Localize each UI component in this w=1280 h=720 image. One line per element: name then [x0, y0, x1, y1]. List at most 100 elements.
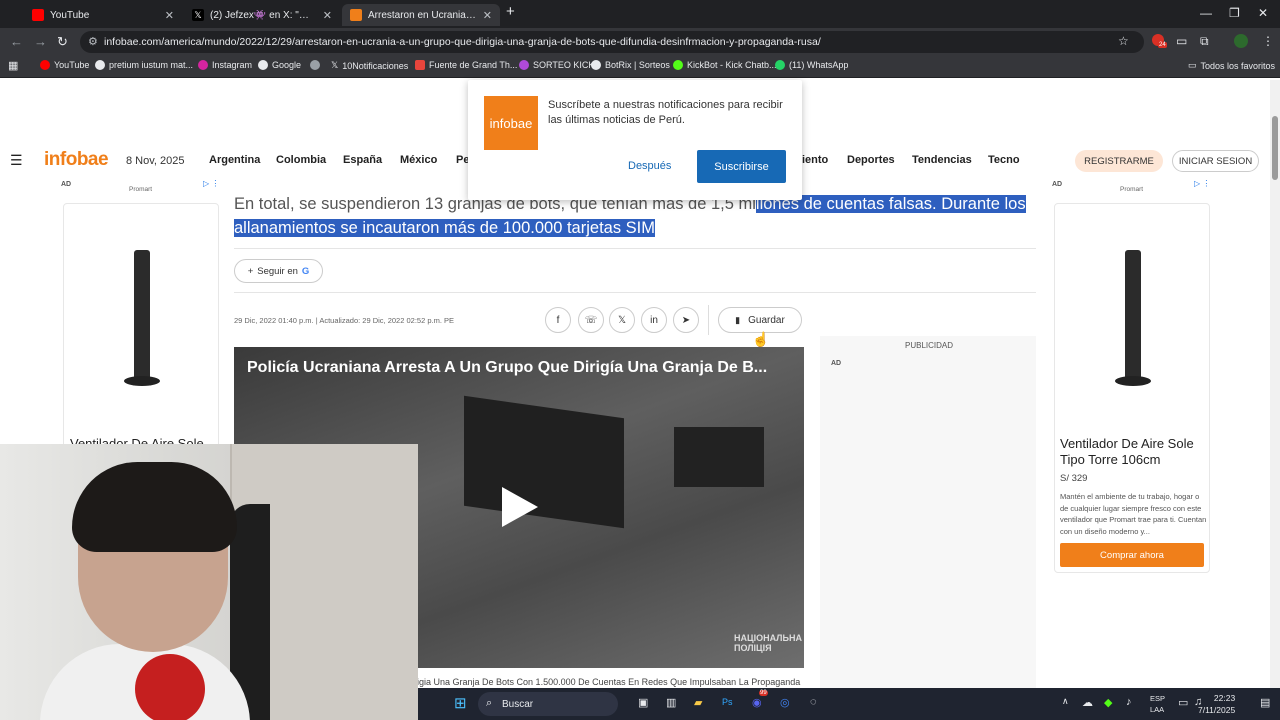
profile-avatar[interactable] — [1234, 34, 1248, 51]
buy-now-button[interactable]: Comprar ahora — [1060, 543, 1204, 567]
bookmark-gta[interactable]: Fuente de Grand Th... — [415, 60, 517, 70]
scrollbar-thumb[interactable] — [1272, 116, 1278, 180]
register-button[interactable]: REGISTRARME — [1075, 150, 1163, 172]
whatsapp-icon — [775, 60, 785, 70]
google-icon — [95, 60, 105, 70]
network-icon[interactable]: ▭ — [1178, 696, 1188, 709]
menu-dots-icon[interactable]: ⋮ — [1262, 34, 1274, 48]
tab-x[interactable]: 𝕏 (2) Jefzex👾 en X: "@ElZeeeein ✕ — [184, 4, 340, 26]
apps-grid-icon[interactable]: ▦ — [8, 59, 18, 72]
folder-icon: ▭ — [1188, 60, 1197, 70]
extensions-puzzle-icon[interactable]: ⧉ — [1200, 34, 1209, 49]
page-scrollbar[interactable] — [1270, 80, 1280, 688]
google-icon — [258, 60, 268, 70]
bookmark-10notificaciones[interactable]: 𝕏 10Notificaciones — [331, 60, 408, 71]
video-frame-object — [464, 395, 624, 529]
discord-badge: 99 — [759, 690, 768, 696]
address-bar[interactable]: ⚙ infobae.com/america/mundo/2022/12/29/a… — [80, 31, 1144, 53]
close-icon[interactable]: ✕ — [323, 9, 332, 22]
notification-message: Suscríbete a nuestras notificaciones par… — [548, 99, 783, 126]
video-caption: igia Una Granja De Bots Con 1.500.000 De… — [417, 677, 801, 687]
whatsapp-icon[interactable]: ☏ — [578, 307, 604, 333]
chrome-icon[interactable]: ◎ — [780, 696, 790, 709]
nav-tecno[interactable]: Tecno — [988, 154, 1020, 166]
adchoices-icon[interactable]: ▷ ⋮ — [1194, 179, 1210, 188]
site-info-icon[interactable]: ⚙ — [88, 35, 98, 48]
photoshop-icon[interactable]: Ps — [722, 697, 733, 707]
bookmark-botrix[interactable]: BotRix | Sorteos — [591, 60, 670, 70]
bookmark-youtube[interactable]: YouTube — [40, 60, 89, 70]
play-icon[interactable] — [502, 487, 538, 527]
minimize-button[interactable]: — — [1200, 6, 1212, 20]
all-bookmarks-button[interactable]: ▭ Todos los favoritos — [1188, 60, 1275, 71]
bookmark-google[interactable]: Google — [258, 60, 301, 70]
app-icon[interactable]: ◌ — [810, 696, 817, 708]
x-icon: 𝕏 — [331, 60, 339, 70]
tray-app-icon[interactable]: ◆ — [1104, 696, 1112, 709]
taskbar-search[interactable]: ⌕ Buscar — [478, 692, 618, 716]
bookmark-instagram[interactable]: Instagram — [198, 60, 252, 70]
file-explorer-icon[interactable]: ▰ — [694, 696, 702, 709]
tab-title: Arrestaron en Ucrania a un gru — [368, 9, 477, 21]
windows-start-icon[interactable]: ⊞ — [454, 694, 467, 712]
reload-icon[interactable]: ↻ — [57, 34, 68, 50]
nav-espana[interactable]: España — [343, 154, 382, 166]
later-button[interactable]: Después — [628, 160, 671, 172]
webcam-overlay — [0, 444, 418, 720]
linkedin-icon[interactable]: in — [641, 307, 667, 333]
restore-button[interactable]: ❐ — [1229, 6, 1240, 20]
nav-colombia[interactable]: Colombia — [276, 154, 326, 166]
nav-argentina[interactable]: Argentina — [209, 154, 260, 166]
bookmark-whatsapp[interactable]: (11) WhatsApp — [775, 60, 848, 70]
task-view-icon[interactable]: ▣ — [638, 696, 648, 709]
follow-google-button[interactable]: + Seguir en G — [234, 259, 323, 283]
notification-prompt: infobae Suscríbete a nuestras notificaci… — [468, 80, 802, 200]
bookmark-globe[interactable] — [310, 60, 324, 70]
save-button[interactable]: ▮ Guardar — [718, 307, 802, 333]
login-button[interactable]: INICIAR SESION — [1172, 150, 1259, 172]
adchoices-icon[interactable]: ▷ ⋮ — [203, 179, 219, 188]
nav-tendencias[interactable]: Tendencias — [912, 154, 972, 166]
tab-infobae[interactable]: Arrestaron en Ucrania a un gru ✕ — [342, 4, 500, 26]
back-icon[interactable]: ← — [10, 34, 23, 49]
app-icon[interactable]: ▥ — [666, 696, 676, 709]
bookmark-pretium[interactable]: pretium iustum mat... — [95, 60, 193, 70]
close-window-button[interactable]: ✕ — [1258, 6, 1268, 20]
nav-entretenimiento[interactable]: iento — [802, 154, 828, 166]
onedrive-icon[interactable]: ☁ — [1082, 696, 1093, 709]
tab-youtube[interactable]: YouTube ✕ — [24, 4, 182, 26]
nav-deportes[interactable]: Deportes — [847, 154, 895, 166]
facebook-icon[interactable]: f — [545, 307, 571, 333]
new-tab-button[interactable]: + — [506, 3, 515, 20]
product-image — [124, 250, 160, 386]
tab-title: (2) Jefzex👾 en X: "@ElZeeeein — [210, 9, 317, 21]
right-ad-title[interactable]: Ventilador De Aire Sole Tipo Torre 106cm — [1060, 436, 1208, 468]
tray-chevron-icon[interactable]: ∧ — [1062, 696, 1069, 707]
divider — [234, 292, 1036, 293]
ad-slot — [820, 336, 1036, 688]
ad-label: AD — [1052, 181, 1063, 188]
folder-icon — [415, 60, 425, 70]
botrix-icon — [591, 60, 601, 70]
telegram-icon[interactable]: ➤ — [673, 307, 699, 333]
product-image — [1115, 250, 1151, 386]
bookmark-kickbot[interactable]: KickBot - Kick Chatb... — [673, 60, 777, 70]
bookmark-star-icon[interactable]: ☆ — [1118, 34, 1129, 48]
cast-icon[interactable]: ▭ — [1176, 34, 1187, 48]
extension-icon[interactable]: 24 — [1152, 34, 1167, 49]
microphone-icon[interactable]: ♪ — [1126, 696, 1132, 708]
close-icon[interactable]: ✕ — [165, 9, 174, 22]
forward-icon[interactable]: → — [34, 34, 47, 49]
nav-mexico[interactable]: México — [400, 154, 437, 166]
notifications-icon[interactable]: ▤ — [1260, 696, 1270, 709]
language-indicator[interactable]: ESP LAA — [1150, 693, 1165, 715]
subscribe-button[interactable]: Suscribirse — [697, 150, 786, 183]
publicidad-label: PUBLICIDAD — [905, 341, 954, 350]
bookmark-sorteo-kick[interactable]: SORTEO KICK — [519, 60, 594, 70]
close-icon[interactable]: ✕ — [483, 9, 492, 22]
left-ad-card[interactable]: Ventilador De Aire Sole — [63, 203, 219, 453]
article-dates: 29 Dic, 2022 01:40 p.m. | Actualizado: 2… — [234, 316, 454, 325]
x-share-icon[interactable]: 𝕏 — [609, 307, 635, 333]
discord-icon[interactable]: ◉ 99 — [752, 690, 768, 709]
clock[interactable]: 22:23 7/11/2025 — [1198, 692, 1235, 716]
